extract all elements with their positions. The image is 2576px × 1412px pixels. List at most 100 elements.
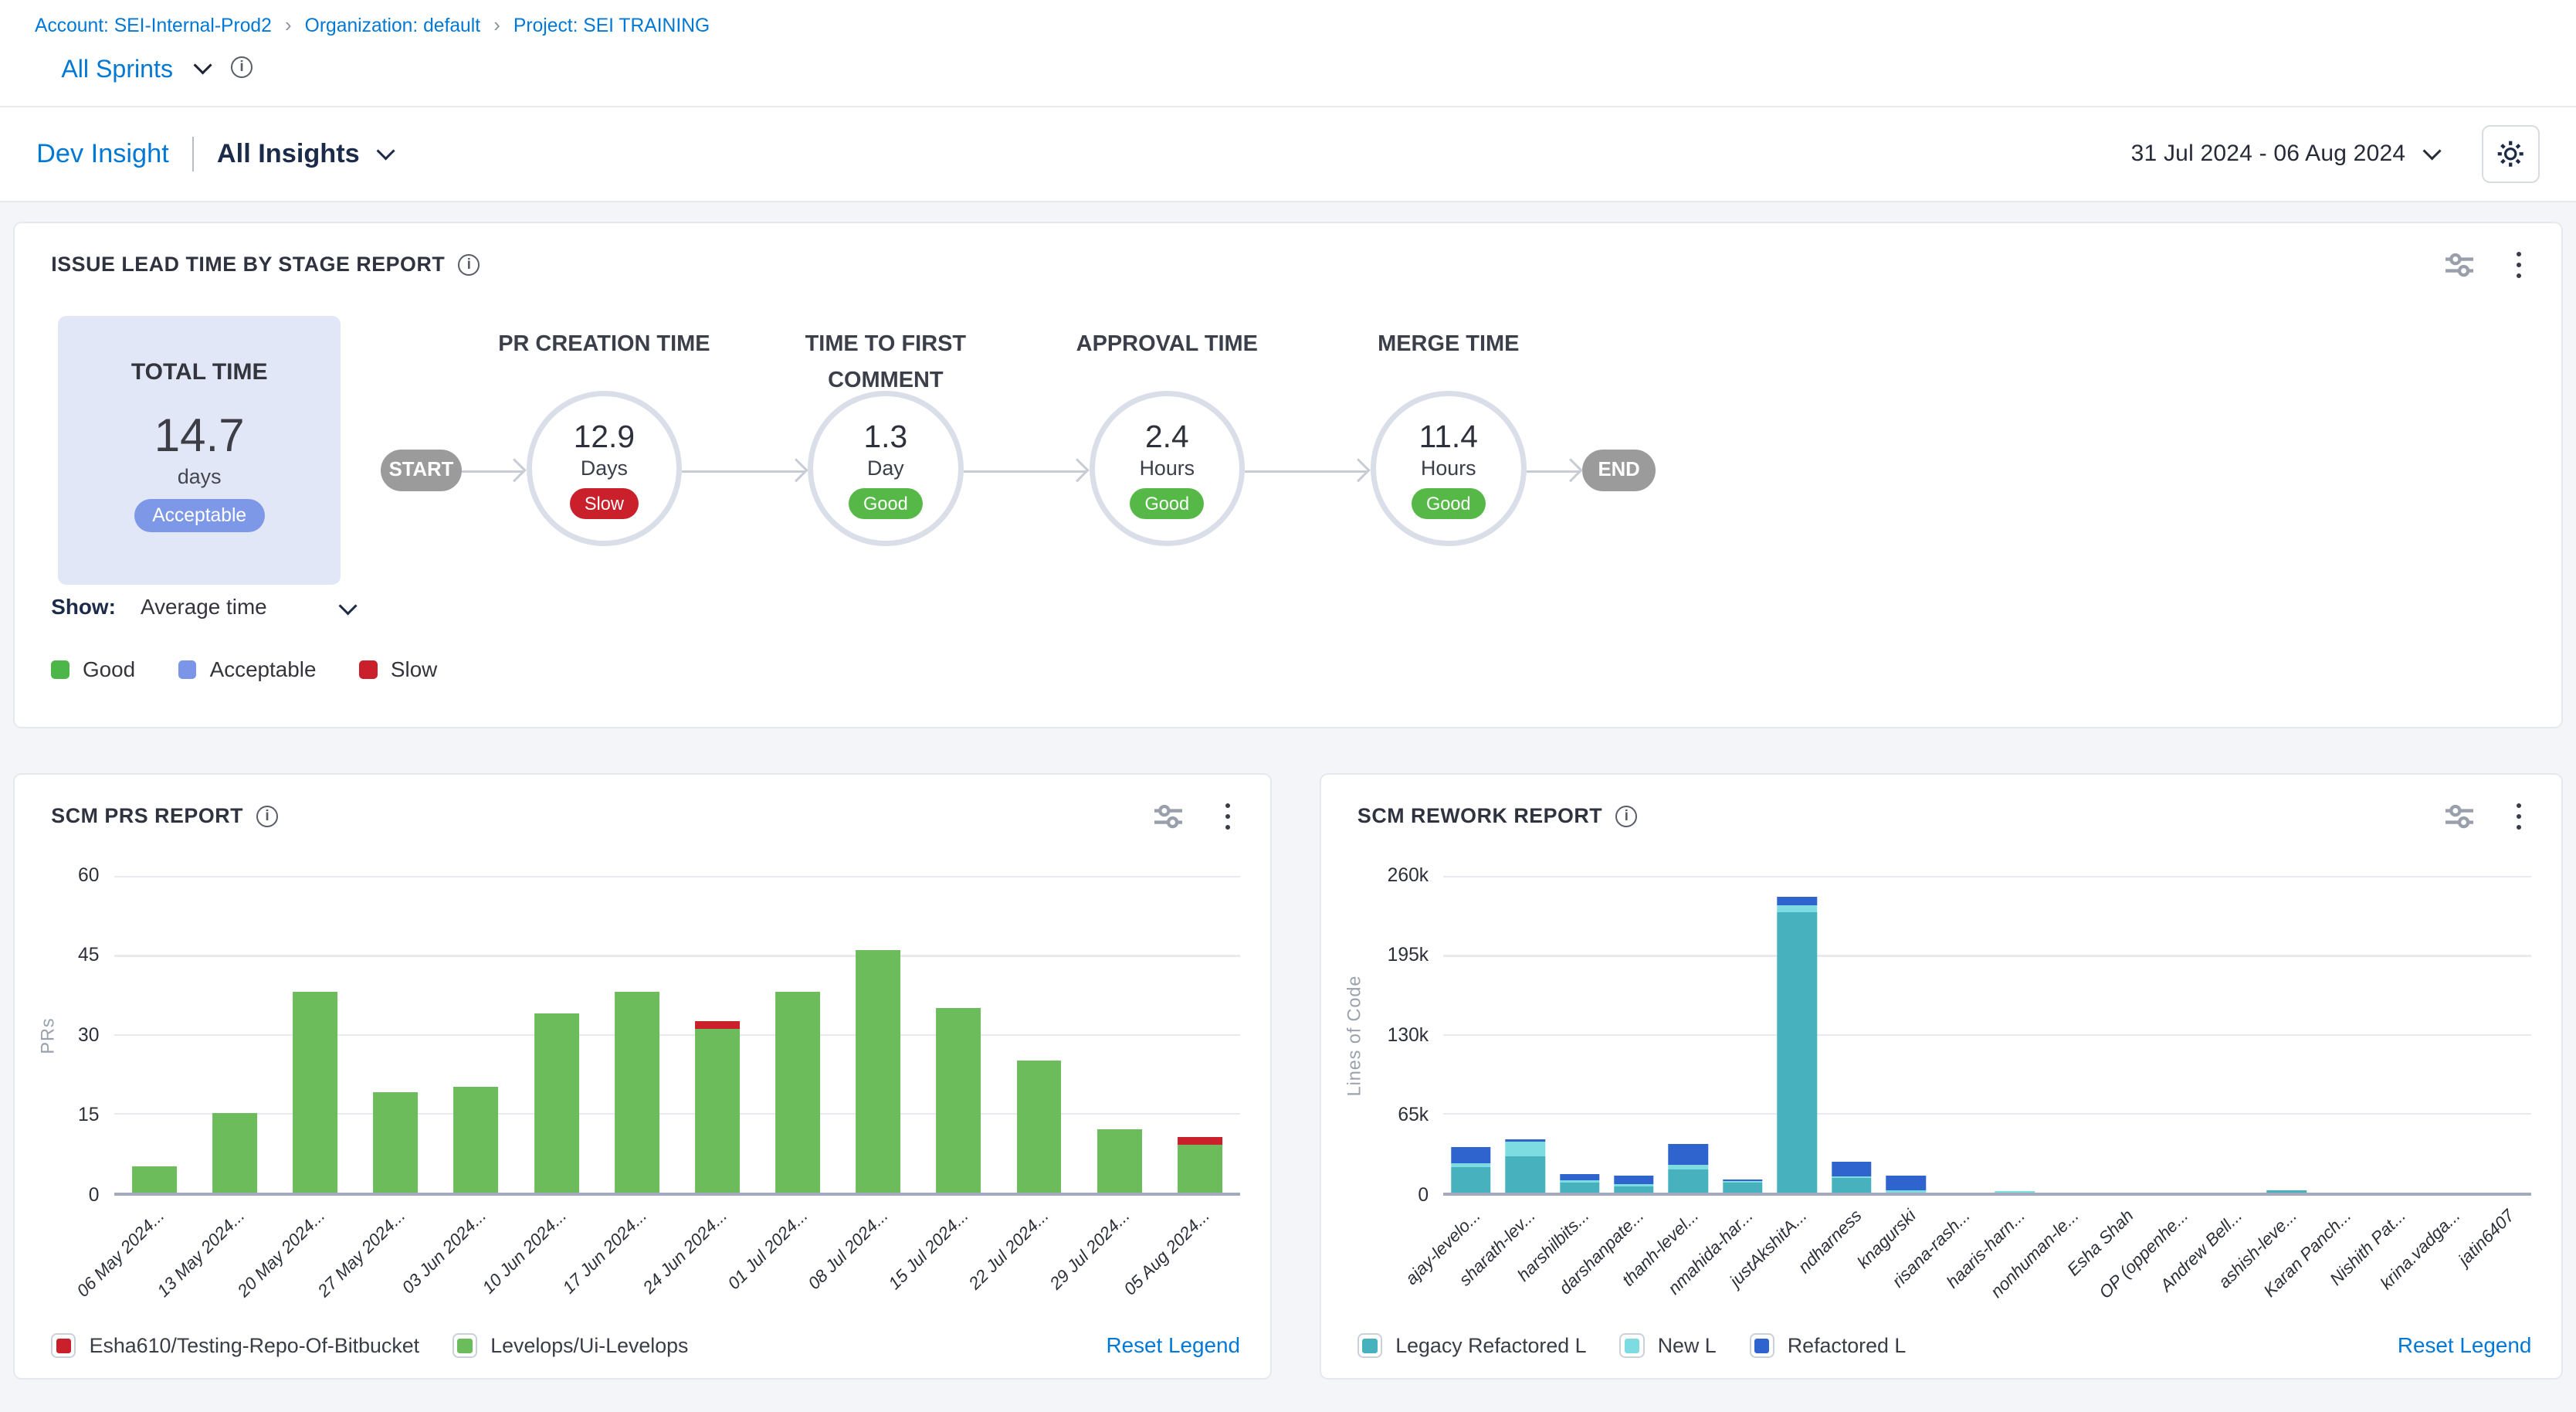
- stage-circle[interactable]: 12.9 Days Slow: [527, 391, 683, 547]
- bar-segment: [1723, 1183, 1762, 1193]
- stage-circle[interactable]: 11.4 Hours Good: [1371, 391, 1527, 547]
- bar-segment: [1178, 1137, 1222, 1145]
- breadcrumb-separator: ›: [493, 15, 500, 37]
- legend-label: Acceptable: [210, 657, 317, 682]
- stage-merge[interactable]: MERGE TIME 11.4 Hours Good: [1371, 316, 1527, 624]
- stage-unit: Hours: [1140, 457, 1195, 480]
- stage-label: MERGE TIME: [1324, 326, 1573, 361]
- kebab-menu-icon[interactable]: [2513, 799, 2525, 833]
- legend-checkbox[interactable]: [452, 1333, 477, 1358]
- stage-first-comment[interactable]: TIME TO FIRST COMMENT 1.3 Day Good: [808, 316, 964, 624]
- flow-arrow: [1245, 452, 1371, 488]
- bar[interactable]: [1723, 1179, 1762, 1193]
- bar[interactable]: [1178, 1137, 1222, 1193]
- bar[interactable]: [2267, 1190, 2307, 1193]
- kebab-menu-icon[interactable]: [1222, 799, 1233, 833]
- bar[interactable]: [454, 1087, 499, 1193]
- bar[interactable]: [373, 1092, 418, 1193]
- breadcrumb-link[interactable]: Account: SEI-Internal-Prod2: [35, 15, 272, 37]
- stage-unit: Day: [867, 457, 904, 480]
- legend-checkbox[interactable]: [51, 1333, 76, 1358]
- divider: [192, 137, 194, 171]
- legend-item: Good: [51, 657, 135, 682]
- gridline: [1443, 1034, 2531, 1036]
- total-time-card: TOTAL TIME 14.7 days Acceptable: [58, 316, 341, 584]
- legend-item[interactable]: Levelops/Ui-Levelops: [452, 1333, 689, 1358]
- legend-checkbox[interactable]: [1750, 1333, 1774, 1358]
- sprint-selector-label[interactable]: All Sprints: [61, 55, 173, 83]
- chevron-down-icon[interactable]: [194, 56, 212, 75]
- panel-title: ISSUE LEAD TIME BY STAGE REPORT: [51, 253, 445, 277]
- bar[interactable]: [1097, 1129, 1142, 1193]
- chevron-down-icon[interactable]: [377, 141, 395, 160]
- bar-segment: [1451, 1167, 1490, 1193]
- bar[interactable]: [534, 1013, 579, 1193]
- legend-label: Esha610/Testing-Repo-Of-Bitbucket: [90, 1334, 419, 1358]
- chevron-down-icon[interactable]: [339, 596, 358, 615]
- bar[interactable]: [695, 1021, 740, 1193]
- settings-button[interactable]: [2482, 125, 2540, 183]
- show-value[interactable]: Average time: [141, 595, 267, 619]
- insight-dropdown-label[interactable]: All Insights: [217, 139, 360, 169]
- stage-circle[interactable]: 2.4 Hours Good: [1090, 391, 1246, 547]
- info-icon[interactable]: i: [458, 254, 480, 276]
- panel-title: SCM PRS REPORT: [51, 804, 243, 828]
- bar[interactable]: [1778, 897, 1817, 1193]
- stage-circle[interactable]: 1.3 Day Good: [808, 391, 964, 547]
- legend-label: Legacy Refactored L: [1395, 1334, 1586, 1358]
- bar[interactable]: [1017, 1061, 1062, 1193]
- bar[interactable]: [1505, 1139, 1544, 1193]
- bar-segment: [695, 1029, 740, 1193]
- bar[interactable]: [856, 950, 900, 1193]
- bar[interactable]: [293, 992, 337, 1192]
- legend-checkbox[interactable]: [1619, 1333, 1644, 1358]
- y-tick-label: 45: [78, 945, 99, 966]
- bar[interactable]: [615, 992, 659, 1192]
- legend-item[interactable]: New L: [1619, 1333, 1716, 1358]
- info-icon[interactable]: i: [256, 806, 278, 827]
- legend-checkbox[interactable]: [1357, 1333, 1382, 1358]
- filter-sliders-icon[interactable]: [1154, 804, 1182, 829]
- date-range-picker[interactable]: 31 Jul 2024 - 06 Aug 2024: [2131, 141, 2439, 167]
- reset-legend-link[interactable]: Reset Legend: [1107, 1333, 1240, 1358]
- bar[interactable]: [937, 1008, 981, 1193]
- bar[interactable]: [1614, 1176, 1653, 1193]
- chart-legend: Legacy Refactored L New L Refactored L Res…: [1357, 1333, 2531, 1358]
- bar[interactable]: [1995, 1191, 2034, 1193]
- filter-sliders-icon[interactable]: [2446, 804, 2473, 829]
- bar[interactable]: [132, 1166, 177, 1193]
- bar[interactable]: [1832, 1162, 1871, 1193]
- stage-unit: Hours: [1421, 457, 1476, 480]
- info-icon[interactable]: i: [231, 56, 253, 78]
- status-badge: Good: [849, 488, 923, 518]
- y-tick-label: 65k: [1398, 1105, 1429, 1126]
- kebab-menu-icon[interactable]: [2513, 248, 2525, 281]
- show-dropdown[interactable]: Show: Average time: [51, 595, 354, 619]
- bar-segment: [775, 992, 820, 1192]
- reset-legend-link[interactable]: Reset Legend: [2398, 1333, 2531, 1358]
- bar[interactable]: [775, 992, 820, 1192]
- filter-sliders-icon[interactable]: [2446, 253, 2473, 277]
- chevron-down-icon[interactable]: [2422, 141, 2441, 160]
- legend-item[interactable]: Esha610/Testing-Repo-Of-Bitbucket: [51, 1333, 419, 1358]
- date-range-label[interactable]: 31 Jul 2024 - 06 Aug 2024: [2131, 141, 2406, 167]
- bar[interactable]: [1451, 1147, 1490, 1192]
- bar[interactable]: [1886, 1176, 1925, 1193]
- chart-legend: Esha610/Testing-Repo-Of-Bitbucket Levelop…: [51, 1333, 1240, 1358]
- bar[interactable]: [1669, 1144, 1708, 1193]
- legend-items: Esha610/Testing-Repo-Of-Bitbucket Levelop…: [51, 1333, 688, 1358]
- bar-segment: [1832, 1178, 1871, 1193]
- gear-icon: [2496, 140, 2524, 168]
- bar-segment: [695, 1021, 740, 1029]
- stage-pr-creation[interactable]: PR CREATION TIME 12.9 Days Slow: [527, 316, 683, 624]
- breadcrumb-link[interactable]: Organization: default: [305, 15, 480, 37]
- info-icon[interactable]: i: [1615, 806, 1637, 827]
- breadcrumb-link[interactable]: Project: SEI TRAINING: [514, 15, 710, 37]
- stage-approval[interactable]: APPROVAL TIME 2.4 Hours Good: [1090, 316, 1246, 624]
- legend-item[interactable]: Legacy Refactored L: [1357, 1333, 1587, 1358]
- sprint-selector[interactable]: All Sprints i: [61, 55, 253, 83]
- dev-insight-link[interactable]: Dev Insight: [36, 139, 169, 169]
- bar[interactable]: [212, 1113, 257, 1192]
- legend-item[interactable]: Refactored L: [1750, 1333, 1907, 1358]
- bar[interactable]: [1560, 1174, 1599, 1193]
